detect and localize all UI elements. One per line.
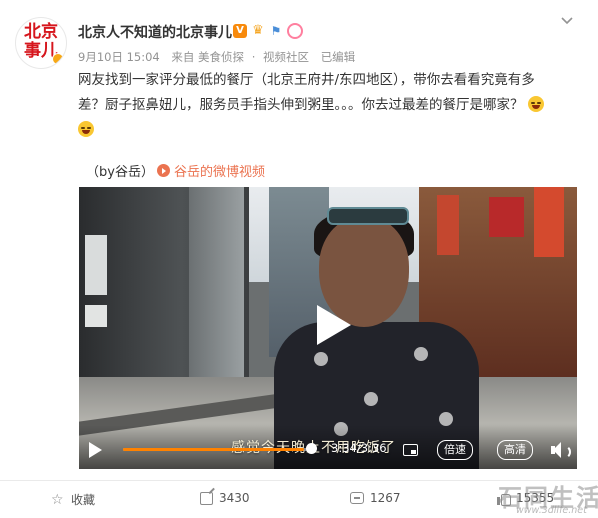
site-watermark-url: www.3dlife.net bbox=[516, 505, 587, 516]
video-player[interactable]: 感觉今天晚上不用吃饭了 3:34/3:36 倍速 高清 bbox=[79, 187, 577, 469]
video-source-link[interactable]: 谷岳的微博视频 bbox=[157, 161, 265, 180]
verified-dot bbox=[52, 53, 64, 65]
post-byline: （by谷岳） bbox=[86, 165, 154, 180]
video-time: 3:34/3:36 bbox=[331, 441, 387, 455]
favorite-button[interactable]: ☆ 收藏 bbox=[51, 491, 95, 508]
laugh-emoji-icon bbox=[78, 121, 94, 137]
video-progress-knob[interactable] bbox=[306, 443, 317, 454]
author-name[interactable]: 北京人不知道的北京事儿 bbox=[78, 22, 232, 42]
post-text-line1: 网友找到一家评分最低的餐厅（北京王府井/东四地区），带你去看看究竟有多 bbox=[78, 72, 535, 88]
author-badges: V ♛ ⚑ bbox=[233, 23, 303, 39]
post-meta: 9月10日 15:04 来自 美食侦探 · 视频社区 已编辑 bbox=[78, 50, 356, 64]
comment-icon bbox=[350, 492, 364, 504]
crown-icon[interactable]: ♛ bbox=[251, 24, 265, 38]
post-text: 网友找到一家评分最低的餐厅（北京王府井/东四地区），带你去看看究竟有多 差？厨子… bbox=[78, 68, 583, 143]
author-avatar[interactable]: 北京 事儿 bbox=[15, 17, 67, 69]
video-progress-fill bbox=[123, 448, 304, 451]
favorite-label: 收藏 bbox=[71, 493, 96, 507]
post-topic[interactable]: 视频社区 bbox=[263, 50, 309, 64]
laugh-emoji-icon bbox=[527, 96, 544, 112]
video-play-icon bbox=[157, 164, 170, 177]
post-date[interactable]: 9月10日 15:04 bbox=[78, 50, 160, 64]
chevron-down-icon[interactable] bbox=[560, 13, 576, 29]
video-progress-bar[interactable] bbox=[123, 448, 313, 451]
play-icon[interactable] bbox=[89, 442, 103, 458]
edited-status[interactable]: 已编辑 bbox=[321, 50, 356, 64]
star-icon: ☆ bbox=[51, 491, 64, 508]
post-text-line2: 差？厨子抠鼻妞儿，服务员手指头伸到粥里。。。你去过最差的餐厅是哪家？ bbox=[78, 97, 524, 113]
share-count: 3430 bbox=[219, 491, 250, 505]
video-source-label[interactable]: 谷岳的微博视频 bbox=[174, 161, 265, 180]
ring-icon[interactable] bbox=[287, 23, 303, 39]
post-source[interactable]: 来自 美食侦探 bbox=[171, 50, 244, 64]
quality-button[interactable]: 高清 bbox=[497, 440, 533, 460]
comment-count: 1267 bbox=[370, 491, 401, 505]
speed-button[interactable]: 倍速 bbox=[437, 440, 473, 460]
video-sunglasses bbox=[327, 207, 409, 225]
share-icon bbox=[200, 491, 213, 505]
comment-button[interactable]: 1267 bbox=[350, 491, 401, 505]
volume-icon[interactable] bbox=[551, 442, 571, 459]
share-button[interactable]: 3430 bbox=[200, 491, 250, 505]
flag-icon[interactable]: ⚑ bbox=[269, 24, 283, 38]
pip-icon[interactable] bbox=[403, 444, 418, 456]
play-overlay-icon[interactable] bbox=[308, 303, 352, 347]
verified-v-icon[interactable]: V bbox=[233, 24, 247, 38]
